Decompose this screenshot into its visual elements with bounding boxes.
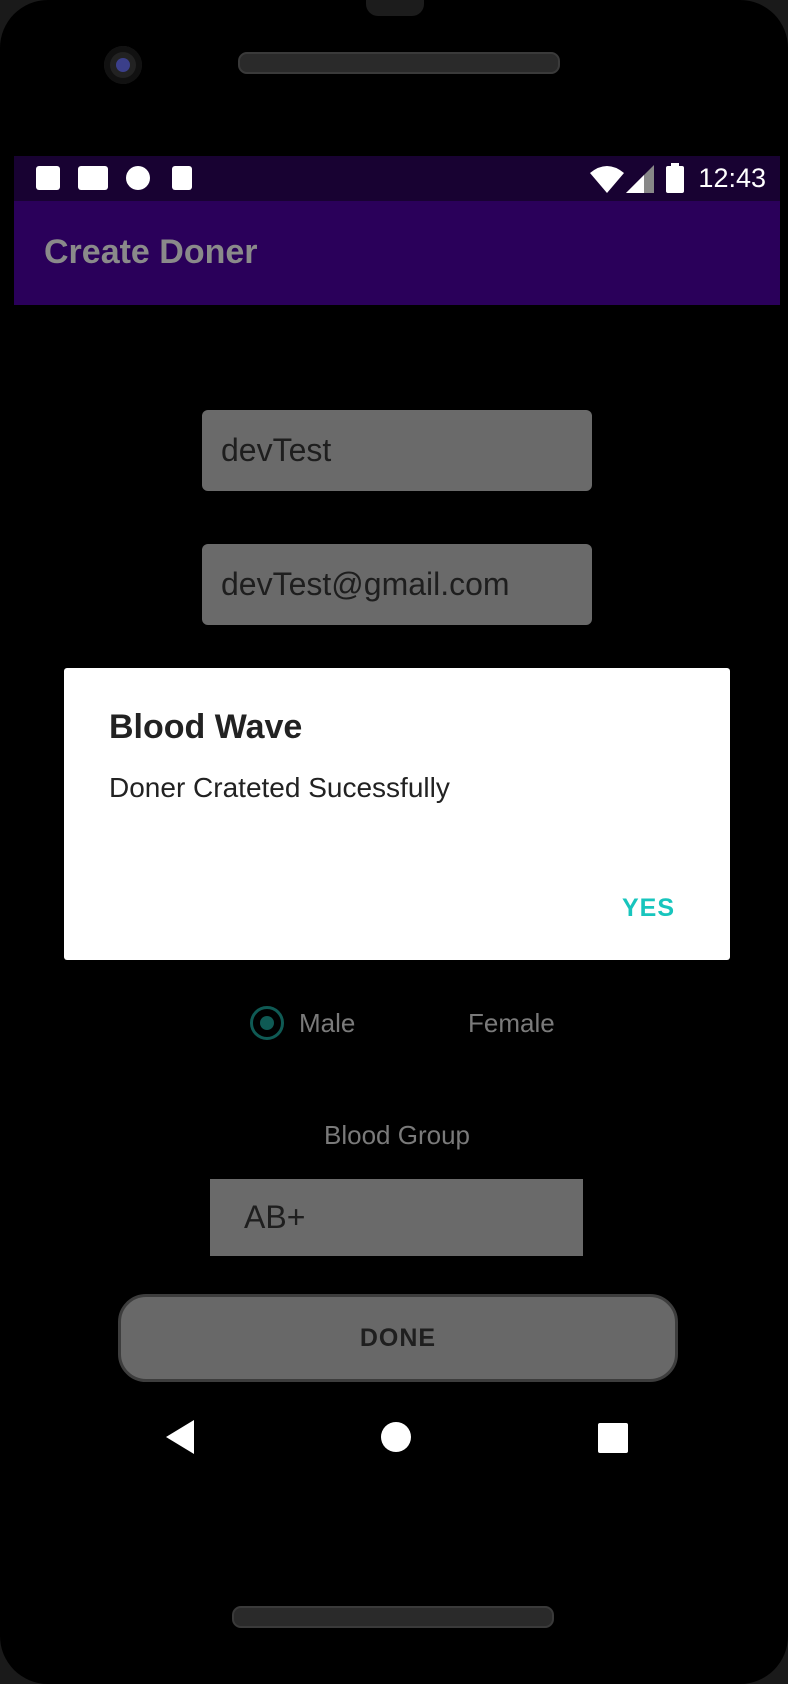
phone-frame: 12:43 Create Doner devTest devTest@gmail… — [0, 0, 788, 1684]
recents-icon[interactable] — [598, 1423, 628, 1453]
app-toolbar: Create Doner — [14, 201, 780, 305]
blood-group-label: Blood Group — [324, 1120, 470, 1150]
notch — [366, 0, 424, 16]
blood-group-value: AB+ — [244, 1199, 306, 1235]
female-radio-label[interactable]: Female — [468, 1008, 555, 1039]
gmail-icon — [78, 166, 108, 190]
blood-group-select[interactable]: AB+ — [210, 1179, 583, 1256]
back-icon[interactable] — [166, 1420, 194, 1454]
name-field-value: devTest — [221, 432, 332, 468]
signal-icon — [626, 165, 654, 193]
screen: 12:43 Create Doner devTest devTest@gmail… — [14, 156, 780, 1502]
alert-dialog: Blood Wave Doner Crateted Sucessfully YE… — [64, 668, 730, 960]
status-bar: 12:43 — [14, 156, 780, 201]
status-clock: 12:43 — [698, 163, 766, 193]
yes-button[interactable]: YES — [622, 894, 675, 923]
name-field[interactable]: devTest — [202, 410, 592, 491]
top-speaker — [238, 52, 560, 74]
dialog-message: Doner Crateted Sucessfully — [109, 772, 450, 803]
navigation-bar — [14, 1396, 780, 1496]
male-radio-label[interactable]: Male — [299, 1008, 355, 1039]
email-field-value: devTest@gmail.com — [221, 566, 510, 602]
page-title: Create Doner — [44, 233, 258, 271]
sd-card-icon — [172, 166, 192, 190]
front-camera — [104, 46, 142, 84]
bottom-speaker — [232, 1606, 554, 1628]
record-icon — [126, 166, 150, 190]
male-radio-button[interactable] — [250, 1006, 284, 1040]
dialog-title: Blood Wave — [109, 708, 303, 746]
home-icon[interactable] — [381, 1422, 411, 1452]
notes-icon — [36, 166, 60, 190]
email-field[interactable]: devTest@gmail.com — [202, 544, 592, 625]
wifi-icon — [590, 166, 624, 193]
done-button[interactable]: DONE — [118, 1294, 678, 1382]
battery-icon — [666, 163, 684, 193]
